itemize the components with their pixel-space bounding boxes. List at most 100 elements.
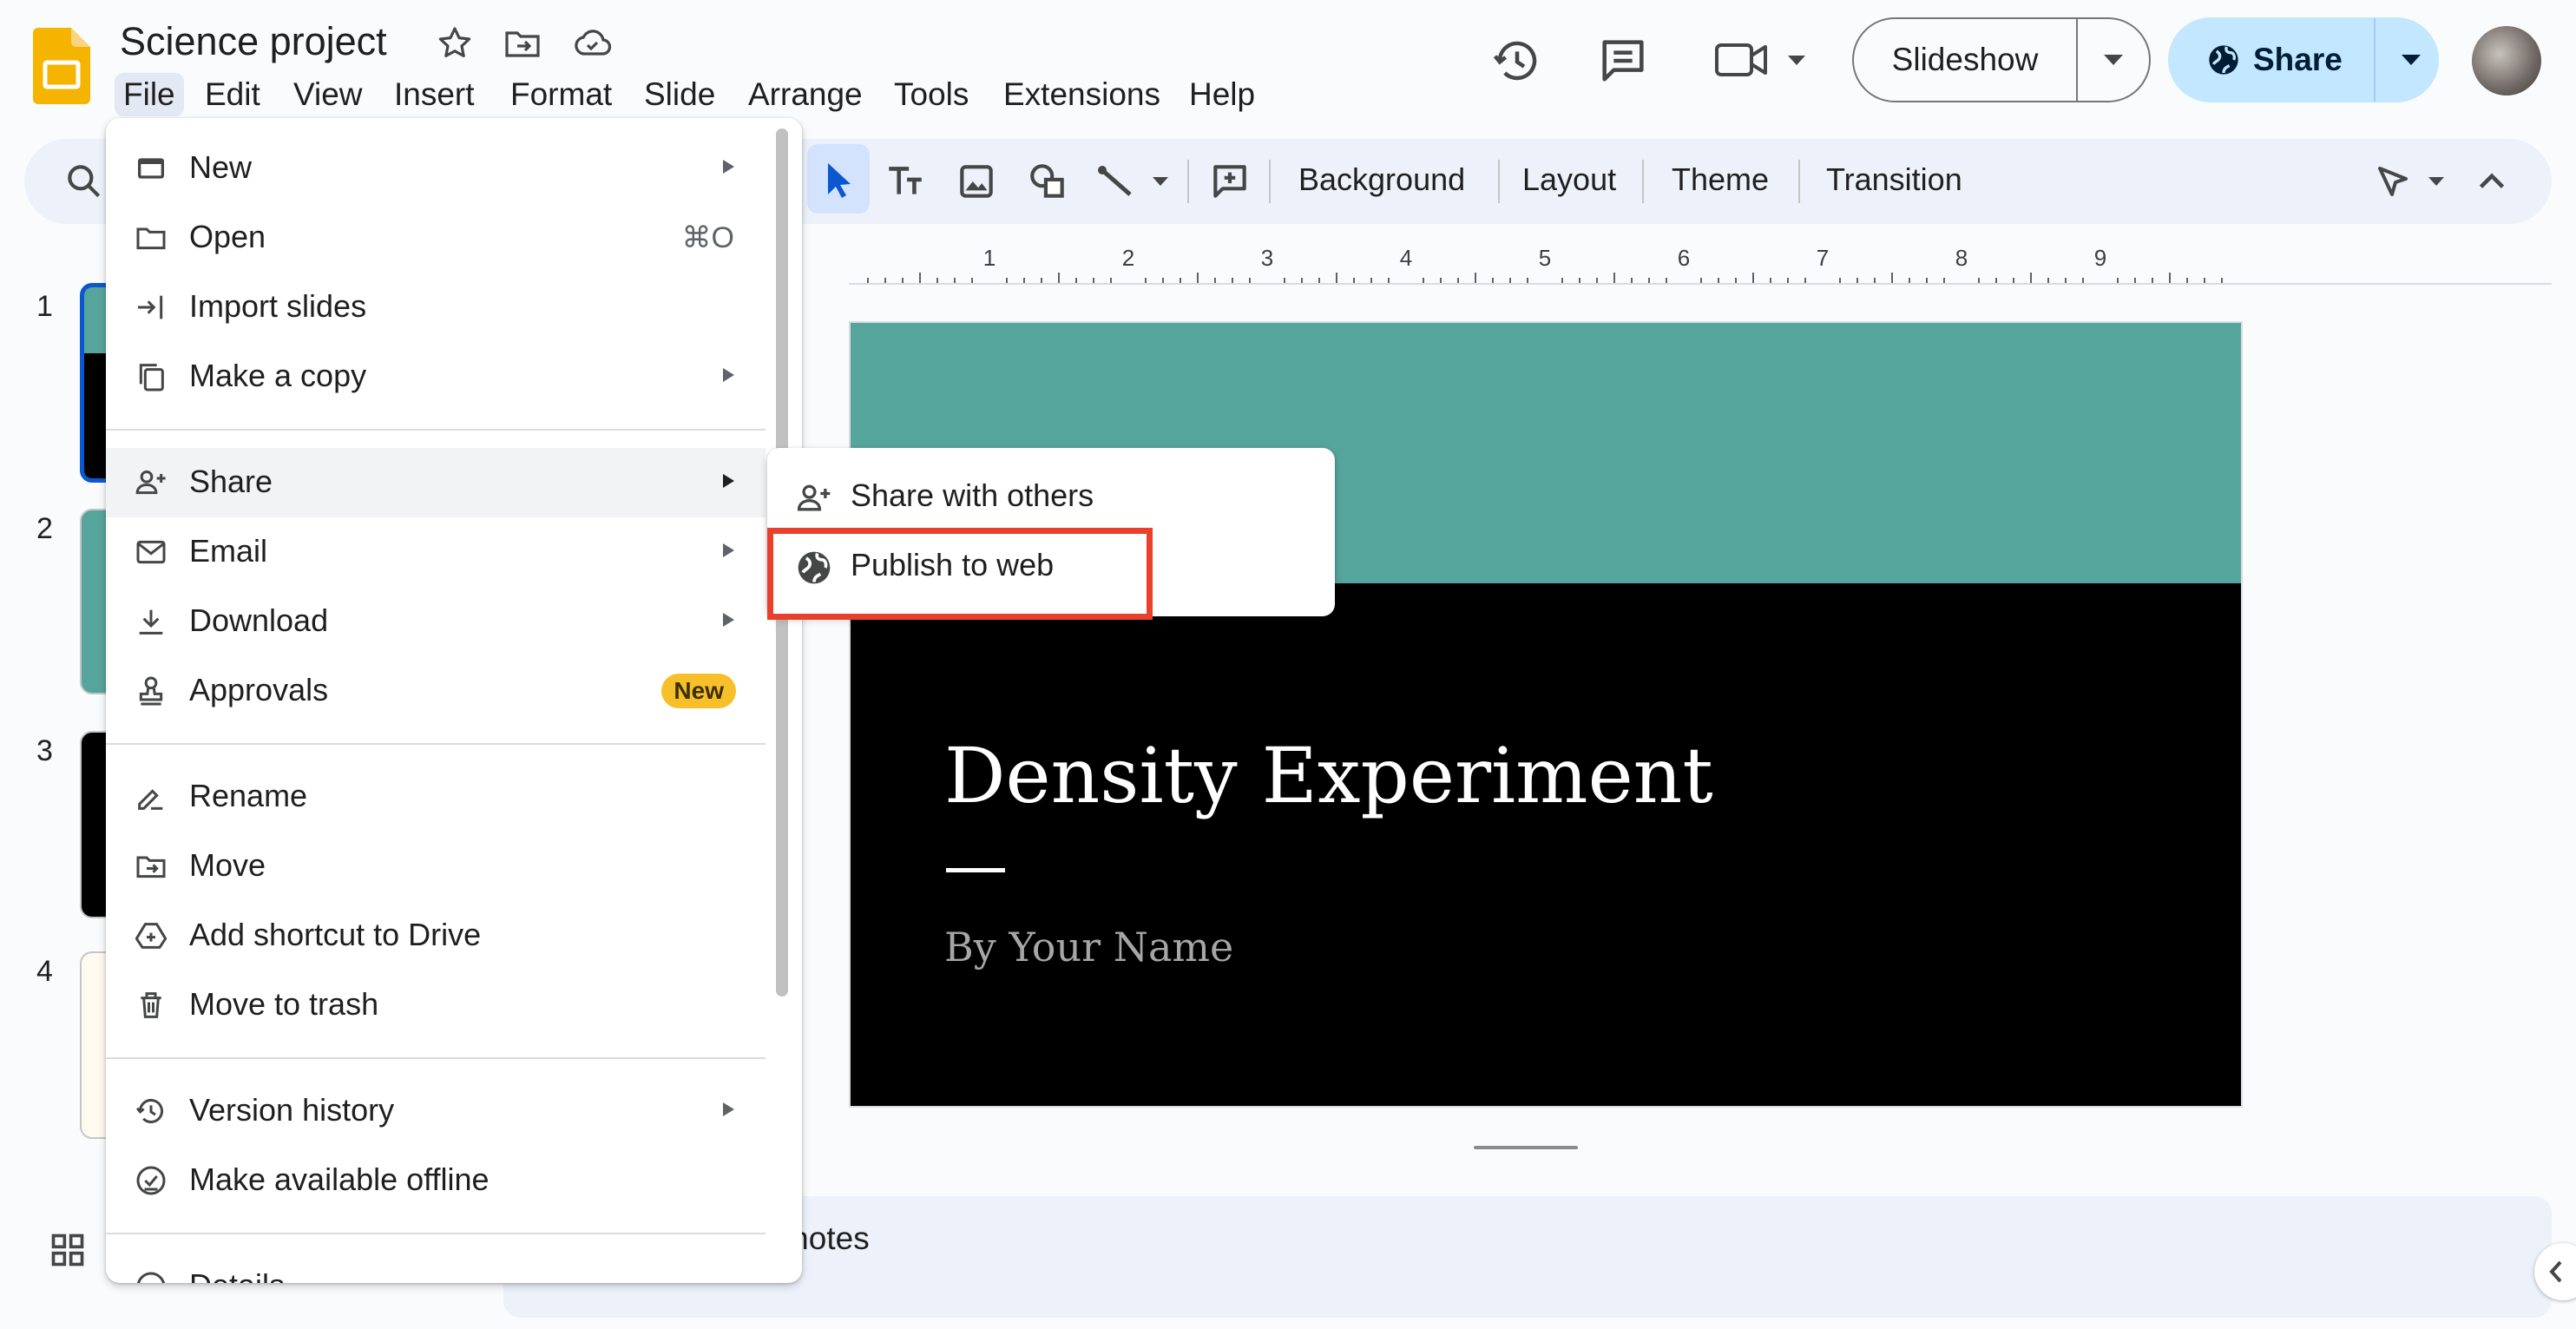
search-menus-icon[interactable] (62, 160, 106, 203)
folder-icon (134, 220, 168, 255)
grid-view-icon[interactable] (49, 1231, 87, 1269)
menu-item-label: Email (189, 533, 268, 569)
menu-item-label: Import slides (189, 288, 367, 324)
meet-call-button[interactable] (1712, 35, 1807, 87)
menu-item-import-slides[interactable]: Import slides (106, 273, 766, 342)
speaker-notes-panel[interactable] (503, 1196, 2552, 1318)
menu-insert[interactable]: Insert (385, 73, 483, 116)
slides-logo-icon[interactable] (33, 28, 90, 104)
share-divider (2373, 18, 2376, 102)
shortcut-label: ⌘O (681, 221, 734, 254)
menu-item-approvals[interactable]: Approvals New (106, 656, 766, 726)
approvals-icon (134, 674, 168, 708)
toolbar-separator (1269, 160, 1271, 203)
menu-file[interactable]: File (115, 73, 184, 116)
add-comment-icon[interactable] (1208, 160, 1252, 203)
menu-item-open[interactable]: Open ⌘O (106, 203, 766, 273)
menu-divider (106, 1233, 766, 1234)
menu-item-share[interactable]: Share (106, 448, 766, 517)
submenu-arrow-icon (723, 474, 734, 488)
menu-view[interactable]: View (285, 73, 371, 116)
menu-item-download[interactable]: Download (106, 587, 766, 656)
menu-tools[interactable]: Tools (885, 73, 977, 116)
move-folder-icon[interactable] (502, 23, 543, 64)
comments-icon[interactable] (1595, 33, 1651, 89)
toolbar-separator (1187, 160, 1189, 203)
select-tool-button[interactable] (807, 144, 870, 214)
slideshow-divider (2076, 18, 2078, 102)
collapse-toolbar-icon[interactable] (2470, 160, 2514, 203)
submenu-item-share-with-others[interactable]: Share with others (767, 462, 1335, 531)
toolbar-separator (1798, 160, 1800, 203)
theme-button[interactable]: Theme (1672, 161, 1769, 198)
slideshow-dropdown-icon[interactable] (2100, 51, 2126, 69)
menu-item-label: Approvals (189, 672, 329, 707)
insert-image-icon[interactable] (955, 160, 998, 203)
menu-arrange[interactable]: Arrange (739, 73, 871, 116)
notes-resize-handle[interactable] (1474, 1146, 1578, 1149)
share-button[interactable]: Share (2168, 17, 2439, 102)
person-add-icon (134, 465, 168, 500)
menu-format[interactable]: Format (502, 73, 621, 116)
menu-item-move-to-trash[interactable]: Move to trash (106, 970, 766, 1040)
menu-slide[interactable]: Slide (635, 73, 724, 116)
document-title[interactable]: Science project (120, 19, 387, 64)
menu-item-make-offline[interactable]: Make available offline (106, 1146, 766, 1215)
menu-item-label: New (189, 149, 253, 185)
slideshow-label: Slideshow (1891, 42, 2039, 77)
layout-button[interactable]: Layout (1522, 161, 1616, 198)
avatar[interactable] (2472, 26, 2541, 95)
pen-tool-icon[interactable] (2375, 160, 2453, 203)
share-dropdown-icon[interactable] (2398, 51, 2424, 69)
menu-edit[interactable]: Edit (196, 73, 269, 116)
import-icon (134, 290, 168, 325)
drive-shortcut-icon (134, 918, 168, 953)
menu-item-label: Version history (189, 1092, 395, 1128)
menu-item-make-a-copy[interactable]: Make a copy (106, 342, 766, 411)
slideshow-button[interactable]: Slideshow (1852, 17, 2151, 102)
menu-divider (106, 429, 766, 431)
menu-item-label: Open (189, 219, 266, 254)
text-box-icon[interactable] (884, 160, 927, 203)
menu-item-add-shortcut[interactable]: Add shortcut to Drive (106, 901, 766, 970)
menu-divider (106, 743, 766, 745)
cloud-saved-icon[interactable] (571, 23, 613, 64)
line-tool-icon[interactable] (1095, 160, 1173, 203)
star-icon[interactable] (434, 23, 476, 64)
menu-item-label: Move to trash (189, 986, 379, 1022)
download-icon (134, 604, 168, 639)
menu-item-rename[interactable]: Rename (106, 762, 766, 832)
slide-title[interactable]: Density Experiment (944, 731, 1713, 820)
slide-number: 4 (36, 955, 53, 988)
menu-item-move[interactable]: Move (106, 832, 766, 901)
submenu-arrow-icon (723, 543, 734, 557)
menu-item-email[interactable]: Email (106, 517, 766, 587)
slide-number: 3 (36, 734, 53, 767)
submenu-arrow-icon (723, 160, 734, 174)
menu-extensions[interactable]: Extensions (995, 73, 1169, 116)
submenu-arrow-icon (723, 1102, 734, 1116)
menu-item-version-history[interactable]: Version history (106, 1076, 766, 1146)
history-icon (134, 1094, 168, 1128)
version-history-icon[interactable] (1489, 33, 1545, 89)
menu-item-new[interactable]: New (106, 134, 766, 203)
horizontal-ruler: 1 2 3 4 5 6 7 8 9 (867, 247, 2223, 285)
toolbar-separator (1642, 160, 1644, 203)
submenu-arrow-icon (723, 613, 734, 627)
slide-canvas[interactable]: Density Experiment By Your Name (849, 321, 2243, 1108)
file-menu: New Open ⌘O Import slides Make a copy Sh… (106, 118, 802, 1283)
background-button[interactable]: Background (1298, 161, 1465, 198)
ruler-label: 5 (1539, 247, 1551, 271)
new-badge: New (661, 674, 736, 708)
menu-help[interactable]: Help (1180, 73, 1264, 116)
move-folder-icon (134, 849, 168, 884)
side-panel-toggle[interactable] (2534, 1243, 2576, 1300)
transition-button[interactable]: Transition (1826, 161, 1962, 198)
menu-item-details[interactable]: Details (106, 1252, 766, 1283)
ruler-label: 9 (2094, 247, 2106, 271)
slide-subtitle[interactable]: By Your Name (944, 924, 1233, 970)
submenu-item-label: Share with others (851, 477, 1094, 513)
highlight-annotation-box (767, 528, 1153, 620)
shape-icon[interactable] (1026, 160, 1069, 203)
cursor-icon (828, 163, 851, 198)
